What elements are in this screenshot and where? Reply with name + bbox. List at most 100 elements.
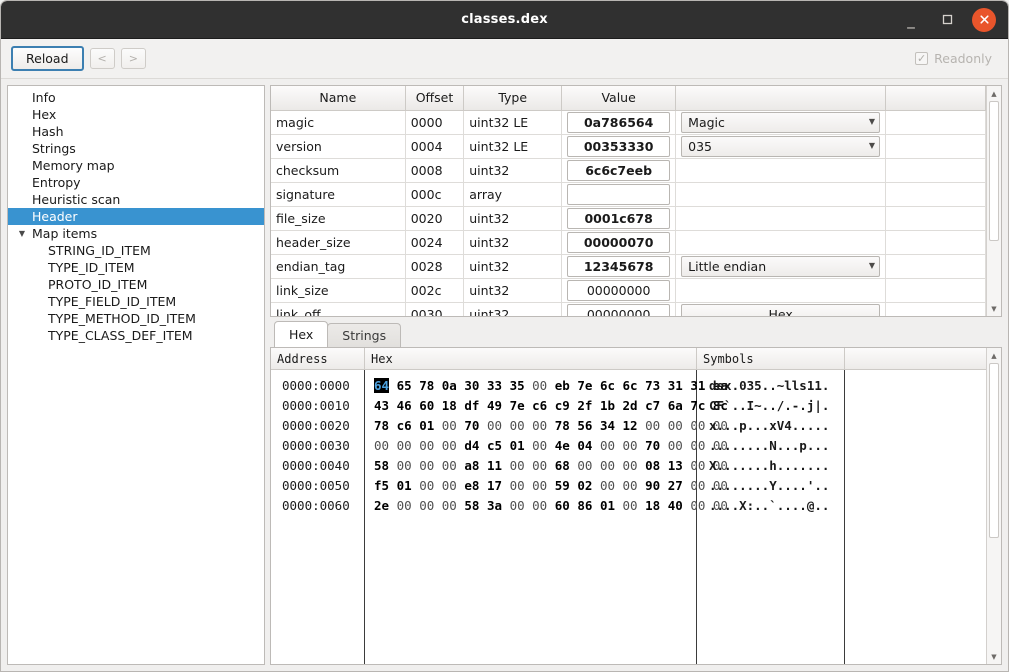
table-row[interactable]: endian_tag 0028 uint32 12345678 Little endia… <box>271 254 986 279</box>
navigate-forward-button[interactable]: > <box>120 48 146 69</box>
tab-hex[interactable]: Hex <box>274 321 329 347</box>
sidebar-item-hex[interactable]: Hex <box>8 106 264 123</box>
hex-byte[interactable]: 60 <box>555 498 570 513</box>
hex-byte[interactable]: 00 <box>532 478 547 493</box>
hex-byte[interactable]: 00 <box>374 438 389 453</box>
sidebar-item-heuristic-scan[interactable]: Heuristic scan <box>8 191 264 208</box>
hex-byte[interactable]: 78 <box>419 378 434 393</box>
hex-byte[interactable]: 58 <box>464 498 479 513</box>
scroll-thumb[interactable] <box>989 101 999 241</box>
hex-byte[interactable]: c9 <box>555 398 570 413</box>
sidebar-item-string-id-item[interactable]: STRING_ID_ITEM <box>8 242 264 259</box>
hex-byte-selected[interactable]: 64 <box>374 378 390 393</box>
hex-byte[interactable]: 60 <box>419 398 434 413</box>
hex-byte[interactable]: 59 <box>555 478 570 493</box>
column-header-blank-5[interactable] <box>885 86 986 111</box>
hex-byte[interactable]: d4 <box>464 438 479 453</box>
field-dropdown[interactable]: Little endian ▼ <box>681 255 881 277</box>
hex-byte[interactable]: 13 <box>668 458 683 473</box>
hex-byte[interactable]: 00 <box>419 458 434 473</box>
hex-byte[interactable]: 56 <box>577 418 592 433</box>
hex-byte[interactable]: 00 <box>510 478 525 493</box>
hex-byte[interactable]: 70 <box>645 438 660 453</box>
hex-byte[interactable]: 68 <box>555 458 570 473</box>
table-row[interactable]: link_size 002c uint32 00000000 <box>271 278 986 303</box>
hex-byte[interactable]: 00 <box>600 458 615 473</box>
hex-byte[interactable]: 17 <box>487 478 502 493</box>
minimize-icon[interactable]: _ <box>900 9 922 31</box>
hex-view-scrollbar[interactable]: ▲ ▼ <box>986 348 1001 664</box>
field-dropdown[interactable]: Magic ▼ <box>681 111 881 133</box>
hex-byte[interactable]: 00 <box>442 498 457 513</box>
close-icon[interactable] <box>972 7 996 32</box>
tab-strings[interactable]: Strings <box>327 323 402 347</box>
sidebar-item-type-field-id-item[interactable]: TYPE_FIELD_ID_ITEM <box>8 293 264 310</box>
hex-scroll-up-button[interactable]: ▲ <box>987 348 1001 363</box>
hex-byte[interactable]: 00 <box>623 438 638 453</box>
hex-byte[interactable]: 01 <box>397 478 412 493</box>
hex-byte[interactable]: 18 <box>645 498 660 513</box>
hex-byte[interactable]: 01 <box>419 418 434 433</box>
field-value-input[interactable] <box>567 183 671 205</box>
field-value-input[interactable]: 00000070 <box>567 231 671 253</box>
hex-byte[interactable]: 00 <box>397 498 412 513</box>
hex-byte[interactable]: 35 <box>510 378 525 393</box>
table-row[interactable]: header_size 0024 uint32 00000070 <box>271 230 986 255</box>
field-value-input[interactable]: 6c6c7eeb <box>567 159 671 181</box>
column-header-value[interactable]: Value <box>561 86 677 111</box>
hex-byte[interactable]: 6c <box>623 378 638 393</box>
hex-byte[interactable]: 18 <box>442 398 457 413</box>
hex-byte[interactable]: 0a <box>442 378 457 393</box>
hex-byte[interactable]: 00 <box>397 458 412 473</box>
hex-byte[interactable]: 00 <box>532 378 547 393</box>
hex-byte-row[interactable]: 2e 00 00 00 58 3a 00 00 60 86 01 00 18 4… <box>365 496 728 516</box>
hex-byte[interactable]: 00 <box>600 478 615 493</box>
reload-button[interactable]: Reload <box>11 46 84 71</box>
sidebar-item-strings[interactable]: Strings <box>8 140 264 157</box>
hex-byte[interactable]: 00 <box>442 458 457 473</box>
hex-byte[interactable]: c7 <box>645 398 660 413</box>
hex-byte[interactable]: 4e <box>555 438 570 453</box>
hex-byte-row[interactable]: 64 65 78 0a 30 33 35 00 eb 7e 6c 6c 73 3… <box>365 376 728 396</box>
hex-byte[interactable]: 00 <box>645 418 660 433</box>
table-row[interactable]: checksum 0008 uint32 6c6c7eeb <box>271 158 986 183</box>
hex-byte[interactable]: 00 <box>419 438 434 453</box>
hex-byte[interactable]: 00 <box>600 438 615 453</box>
hex-byte-row[interactable]: 00 00 00 00 d4 c5 01 00 4e 04 00 00 70 0… <box>365 436 728 456</box>
hex-byte[interactable]: e8 <box>464 478 479 493</box>
hex-scroll-track[interactable] <box>987 363 1001 649</box>
field-value-input[interactable]: 0a786564 <box>567 111 671 133</box>
hex-byte[interactable]: 11 <box>487 458 502 473</box>
hex-byte[interactable]: 00 <box>419 478 434 493</box>
hex-byte-row[interactable]: f5 01 00 00 e8 17 00 00 59 02 00 00 90 2… <box>365 476 728 496</box>
hex-byte[interactable]: 6c <box>600 378 615 393</box>
column-header-offset[interactable]: Offset <box>405 86 465 111</box>
hex-byte[interactable]: 2e <box>374 498 389 513</box>
hex-byte[interactable]: 00 <box>668 438 683 453</box>
hex-byte[interactable]: 31 <box>668 378 683 393</box>
scroll-down-button[interactable]: ▼ <box>987 301 1001 316</box>
hex-byte[interactable]: 86 <box>577 498 592 513</box>
hex-scroll-thumb[interactable] <box>989 363 999 538</box>
hex-byte[interactable]: 00 <box>510 418 525 433</box>
readonly-checkbox[interactable]: ✓ Readonly <box>915 51 998 66</box>
hex-byte[interactable]: 70 <box>464 418 479 433</box>
hex-byte[interactable]: 46 <box>397 398 412 413</box>
hex-byte[interactable]: 12 <box>623 418 638 433</box>
table-row[interactable]: link_off 0030 uint32 00000000 Hex <box>271 302 986 316</box>
hex-byte[interactable]: 73 <box>645 378 660 393</box>
hex-byte[interactable]: 2f <box>577 398 592 413</box>
hex-byte[interactable]: c5 <box>487 438 502 453</box>
sidebar-item-memory-map[interactable]: Memory map <box>8 157 264 174</box>
field-value-input[interactable]: 0001c678 <box>567 207 671 229</box>
hex-byte-row[interactable]: 43 46 60 18 df 49 7e c6 c9 2f 1b 2d c7 6… <box>365 396 728 416</box>
hex-byte[interactable]: 00 <box>442 438 457 453</box>
hex-byte[interactable]: a8 <box>464 458 479 473</box>
hex-byte[interactable]: 00 <box>623 498 638 513</box>
hex-byte[interactable]: 00 <box>623 458 638 473</box>
maximize-icon[interactable] <box>936 9 958 31</box>
sidebar-item-type-class-def-item[interactable]: TYPE_CLASS_DEF_ITEM <box>8 327 264 344</box>
hex-byte[interactable]: 00 <box>532 498 547 513</box>
hex-byte[interactable]: df <box>464 398 479 413</box>
hex-byte[interactable]: 65 <box>397 378 412 393</box>
